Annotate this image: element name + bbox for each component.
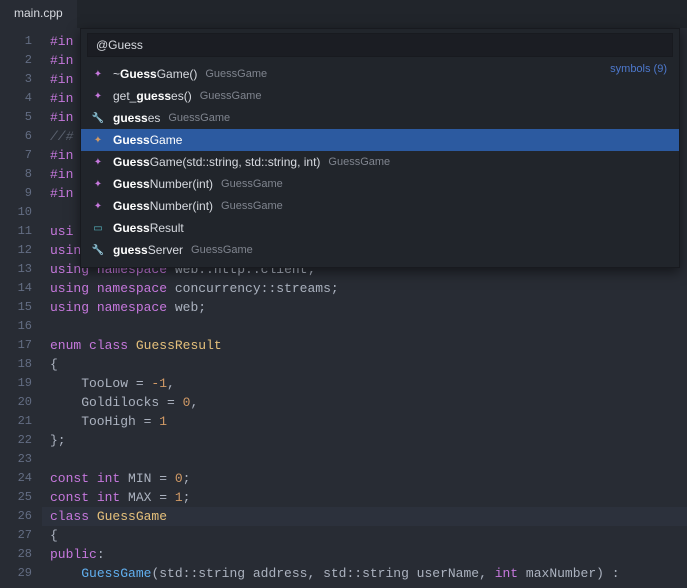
symbol-result-item[interactable]: ▭ GuessResult [81, 217, 679, 239]
code-line[interactable]: { [42, 526, 687, 545]
line-number: 1 [0, 32, 42, 51]
line-number: 19 [0, 374, 42, 393]
line-number: 21 [0, 412, 42, 431]
code-line[interactable]: }; [42, 431, 687, 450]
code-line[interactable]: { [42, 355, 687, 374]
symbol-name: guesses [113, 111, 160, 125]
line-number: 12 [0, 241, 42, 260]
code-line[interactable] [42, 450, 687, 469]
symbol-search-popup: symbols (9) ✦~GuessGame()GuessGame✦get_g… [80, 28, 680, 268]
line-number: 10 [0, 203, 42, 222]
symbol-name: GuessNumber(int) [113, 177, 213, 191]
line-number-gutter: 1234567891011121314151617181920212223242… [0, 28, 42, 588]
code-line[interactable]: TooLow = -1, [42, 374, 687, 393]
symbol-container: GuessGame [221, 178, 283, 190]
symbol-container: GuessGame [328, 156, 390, 168]
symbol-name: ~GuessGame() [113, 67, 197, 81]
line-number: 5 [0, 108, 42, 127]
symbol-kind-icon: ✦ [91, 177, 105, 191]
symbol-result-item[interactable]: ✦ GuessGame [81, 129, 679, 151]
line-number: 27 [0, 526, 42, 545]
symbol-result-item[interactable]: ✦ GuessNumber(int) GuessGame [81, 195, 679, 217]
symbol-result-item[interactable]: ✦ GuessNumber(int) GuessGame [81, 173, 679, 195]
symbol-kind-icon: ✦ [91, 199, 105, 213]
symbol-container: GuessGame [200, 90, 262, 102]
symbol-kind-icon: 🔧 [91, 243, 105, 257]
code-line[interactable]: enum class GuessResult [42, 336, 687, 355]
symbol-kind-icon: ▭ [91, 221, 105, 235]
symbol-kind-icon: ✦ [91, 133, 105, 147]
symbol-kind-icon: ✦ [91, 67, 105, 81]
code-line[interactable]: using namespace concurrency::streams; [42, 279, 687, 298]
tab-main-cpp[interactable]: main.cpp [0, 0, 77, 28]
line-number: 18 [0, 355, 42, 374]
line-number: 2 [0, 51, 42, 70]
line-number: 13 [0, 260, 42, 279]
symbol-name: GuessGame(std::string, std::string, int) [113, 155, 320, 169]
symbol-container: GuessGame [168, 112, 230, 124]
popup-header [81, 29, 679, 61]
code-line[interactable]: const int MAX = 1; [42, 488, 687, 507]
line-number: 28 [0, 545, 42, 564]
symbol-result-item[interactable]: ✦ get_guesses() GuessGame [81, 85, 679, 107]
symbol-container: GuessGame [191, 244, 253, 256]
symbol-name: get_guesses() [113, 89, 192, 103]
line-number: 15 [0, 298, 42, 317]
symbol-result-item[interactable]: 🔧 guesses GuessGame [81, 107, 679, 129]
line-number: 4 [0, 89, 42, 108]
line-number: 25 [0, 488, 42, 507]
line-number: 22 [0, 431, 42, 450]
line-number: 23 [0, 450, 42, 469]
symbol-kind-icon: ✦ [91, 89, 105, 103]
line-number: 29 [0, 564, 42, 583]
line-number: 17 [0, 336, 42, 355]
symbol-name: GuessGame [113, 133, 182, 147]
symbol-container: GuessGame [205, 68, 267, 80]
symbol-kind-icon: 🔧 [91, 111, 105, 125]
symbol-container: GuessGame [221, 200, 283, 212]
symbol-result-item[interactable]: ✦ ~GuessGame() GuessGame [81, 63, 679, 85]
symbols-count-link[interactable]: symbols (9) [610, 63, 667, 75]
symbol-kind-icon: ✦ [91, 155, 105, 169]
line-number: 9 [0, 184, 42, 203]
code-line[interactable]: public: [42, 545, 687, 564]
symbol-result-item[interactable]: 🔧 guessServer GuessGame [81, 239, 679, 261]
symbol-name: guessServer [113, 243, 183, 257]
code-line[interactable]: TooHigh = 1 [42, 412, 687, 431]
code-line[interactable]: class GuessGame [42, 507, 687, 526]
symbol-result-item[interactable]: ✦ GuessGame(std::string, std::string, int… [81, 151, 679, 173]
line-number: 6 [0, 127, 42, 146]
symbol-name: GuessNumber(int) [113, 199, 213, 213]
symbol-result-list: ✦~GuessGame()GuessGame✦get_guesses()Gues… [81, 61, 679, 267]
line-number: 20 [0, 393, 42, 412]
line-number: 26 [0, 507, 42, 526]
line-number: 8 [0, 165, 42, 184]
line-number: 16 [0, 317, 42, 336]
line-number: 24 [0, 469, 42, 488]
code-line[interactable]: using namespace web; [42, 298, 687, 317]
symbol-search-input[interactable] [87, 33, 673, 57]
line-number: 3 [0, 70, 42, 89]
code-line[interactable]: GuessGame(std::string address, std::stri… [42, 564, 687, 583]
tab-bar: main.cpp [0, 0, 687, 28]
line-number: 11 [0, 222, 42, 241]
code-line[interactable]: Goldilocks = 0, [42, 393, 687, 412]
symbol-name: GuessResult [113, 221, 184, 235]
code-line[interactable]: const int MIN = 0; [42, 469, 687, 488]
code-line[interactable] [42, 317, 687, 336]
line-number: 14 [0, 279, 42, 298]
line-number: 7 [0, 146, 42, 165]
